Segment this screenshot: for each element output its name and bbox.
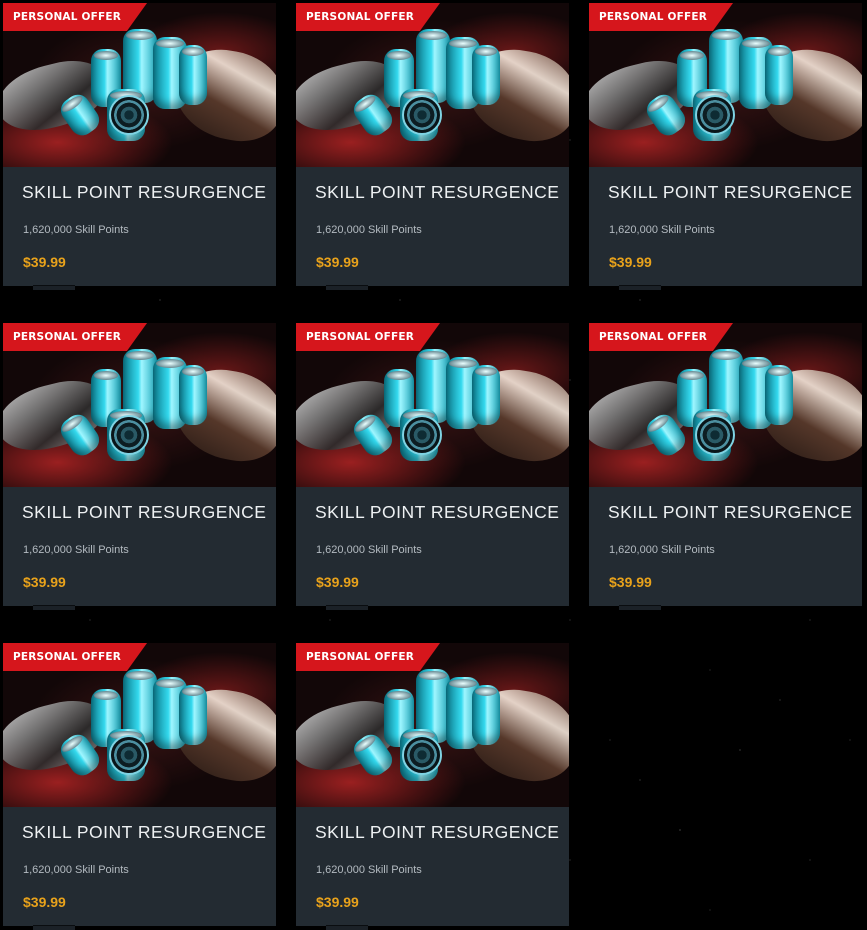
canister-cap-image <box>109 735 149 775</box>
offer-price: $39.99 <box>23 574 66 590</box>
card-bottom-tab <box>326 605 368 610</box>
offer-price: $39.99 <box>316 894 359 910</box>
offer-description: 1,620,000 Skill Points <box>23 544 129 556</box>
canister-cap-image <box>402 95 442 135</box>
offer-price: $39.99 <box>609 254 652 270</box>
personal-offer-badge: PERSONAL OFFER <box>296 323 441 351</box>
offer-description: 1,620,000 Skill Points <box>23 224 129 236</box>
canister-cap-image <box>402 415 442 455</box>
personal-offer-badge: PERSONAL OFFER <box>589 323 734 351</box>
offer-title: SKILL POINT RESURGENCE <box>22 182 267 202</box>
personal-offer-badge: PERSONAL OFFER <box>3 3 148 31</box>
skill-canister-image <box>472 685 500 745</box>
offer-price: $39.99 <box>609 574 652 590</box>
offer-title: SKILL POINT RESURGENCE <box>22 822 267 842</box>
card-bottom-tab <box>619 285 661 290</box>
offer-title: SKILL POINT RESURGENCE <box>608 182 853 202</box>
offer-card[interactable]: PERSONAL OFFER SKILL POINT RESURGENCE 1,… <box>3 643 276 930</box>
skill-canister-image <box>472 365 500 425</box>
offer-card[interactable]: PERSONAL OFFER SKILL POINT RESURGENCE 1,… <box>296 323 569 610</box>
canister-cap-image <box>695 95 735 135</box>
personal-offer-badge: PERSONAL OFFER <box>589 3 734 31</box>
canister-cap-image <box>109 95 149 135</box>
offer-description: 1,620,000 Skill Points <box>23 864 129 876</box>
skill-canister-image <box>765 365 793 425</box>
card-bottom-tab <box>33 605 75 610</box>
offer-card[interactable]: PERSONAL OFFER SKILL POINT RESURGENCE 1,… <box>3 3 276 290</box>
personal-offer-badge: PERSONAL OFFER <box>296 643 441 671</box>
offer-description: 1,620,000 Skill Points <box>609 224 715 236</box>
personal-offer-badge: PERSONAL OFFER <box>3 323 148 351</box>
card-bottom-tab <box>33 925 75 930</box>
card-bottom-tab <box>326 285 368 290</box>
card-bottom-tab <box>326 925 368 930</box>
skill-canister-image <box>179 685 207 745</box>
offer-price: $39.99 <box>23 894 66 910</box>
card-bottom-tab <box>619 605 661 610</box>
offer-card[interactable]: PERSONAL OFFER SKILL POINT RESURGENCE 1,… <box>296 3 569 290</box>
skill-canister-image <box>472 45 500 105</box>
offer-price: $39.99 <box>23 254 66 270</box>
offer-description: 1,620,000 Skill Points <box>609 544 715 556</box>
offer-title: SKILL POINT RESURGENCE <box>315 822 560 842</box>
canister-cap-image <box>402 735 442 775</box>
offer-price: $39.99 <box>316 254 359 270</box>
canister-cap-image <box>109 415 149 455</box>
offer-title: SKILL POINT RESURGENCE <box>315 502 560 522</box>
personal-offer-badge: PERSONAL OFFER <box>296 3 441 31</box>
offer-card[interactable]: PERSONAL OFFER SKILL POINT RESURGENCE 1,… <box>3 323 276 610</box>
canister-cap-image <box>695 415 735 455</box>
offer-price: $39.99 <box>316 574 359 590</box>
offer-title: SKILL POINT RESURGENCE <box>315 182 560 202</box>
offer-description: 1,620,000 Skill Points <box>316 544 422 556</box>
offer-card[interactable]: PERSONAL OFFER SKILL POINT RESURGENCE 1,… <box>296 643 569 930</box>
offer-card[interactable]: PERSONAL OFFER SKILL POINT RESURGENCE 1,… <box>589 3 862 290</box>
offer-title: SKILL POINT RESURGENCE <box>608 502 853 522</box>
offer-card[interactable]: PERSONAL OFFER SKILL POINT RESURGENCE 1,… <box>589 323 862 610</box>
offer-description: 1,620,000 Skill Points <box>316 224 422 236</box>
offer-title: SKILL POINT RESURGENCE <box>22 502 267 522</box>
skill-canister-image <box>765 45 793 105</box>
card-bottom-tab <box>33 285 75 290</box>
offer-description: 1,620,000 Skill Points <box>316 864 422 876</box>
skill-canister-image <box>179 45 207 105</box>
personal-offer-badge: PERSONAL OFFER <box>3 643 148 671</box>
skill-canister-image <box>179 365 207 425</box>
